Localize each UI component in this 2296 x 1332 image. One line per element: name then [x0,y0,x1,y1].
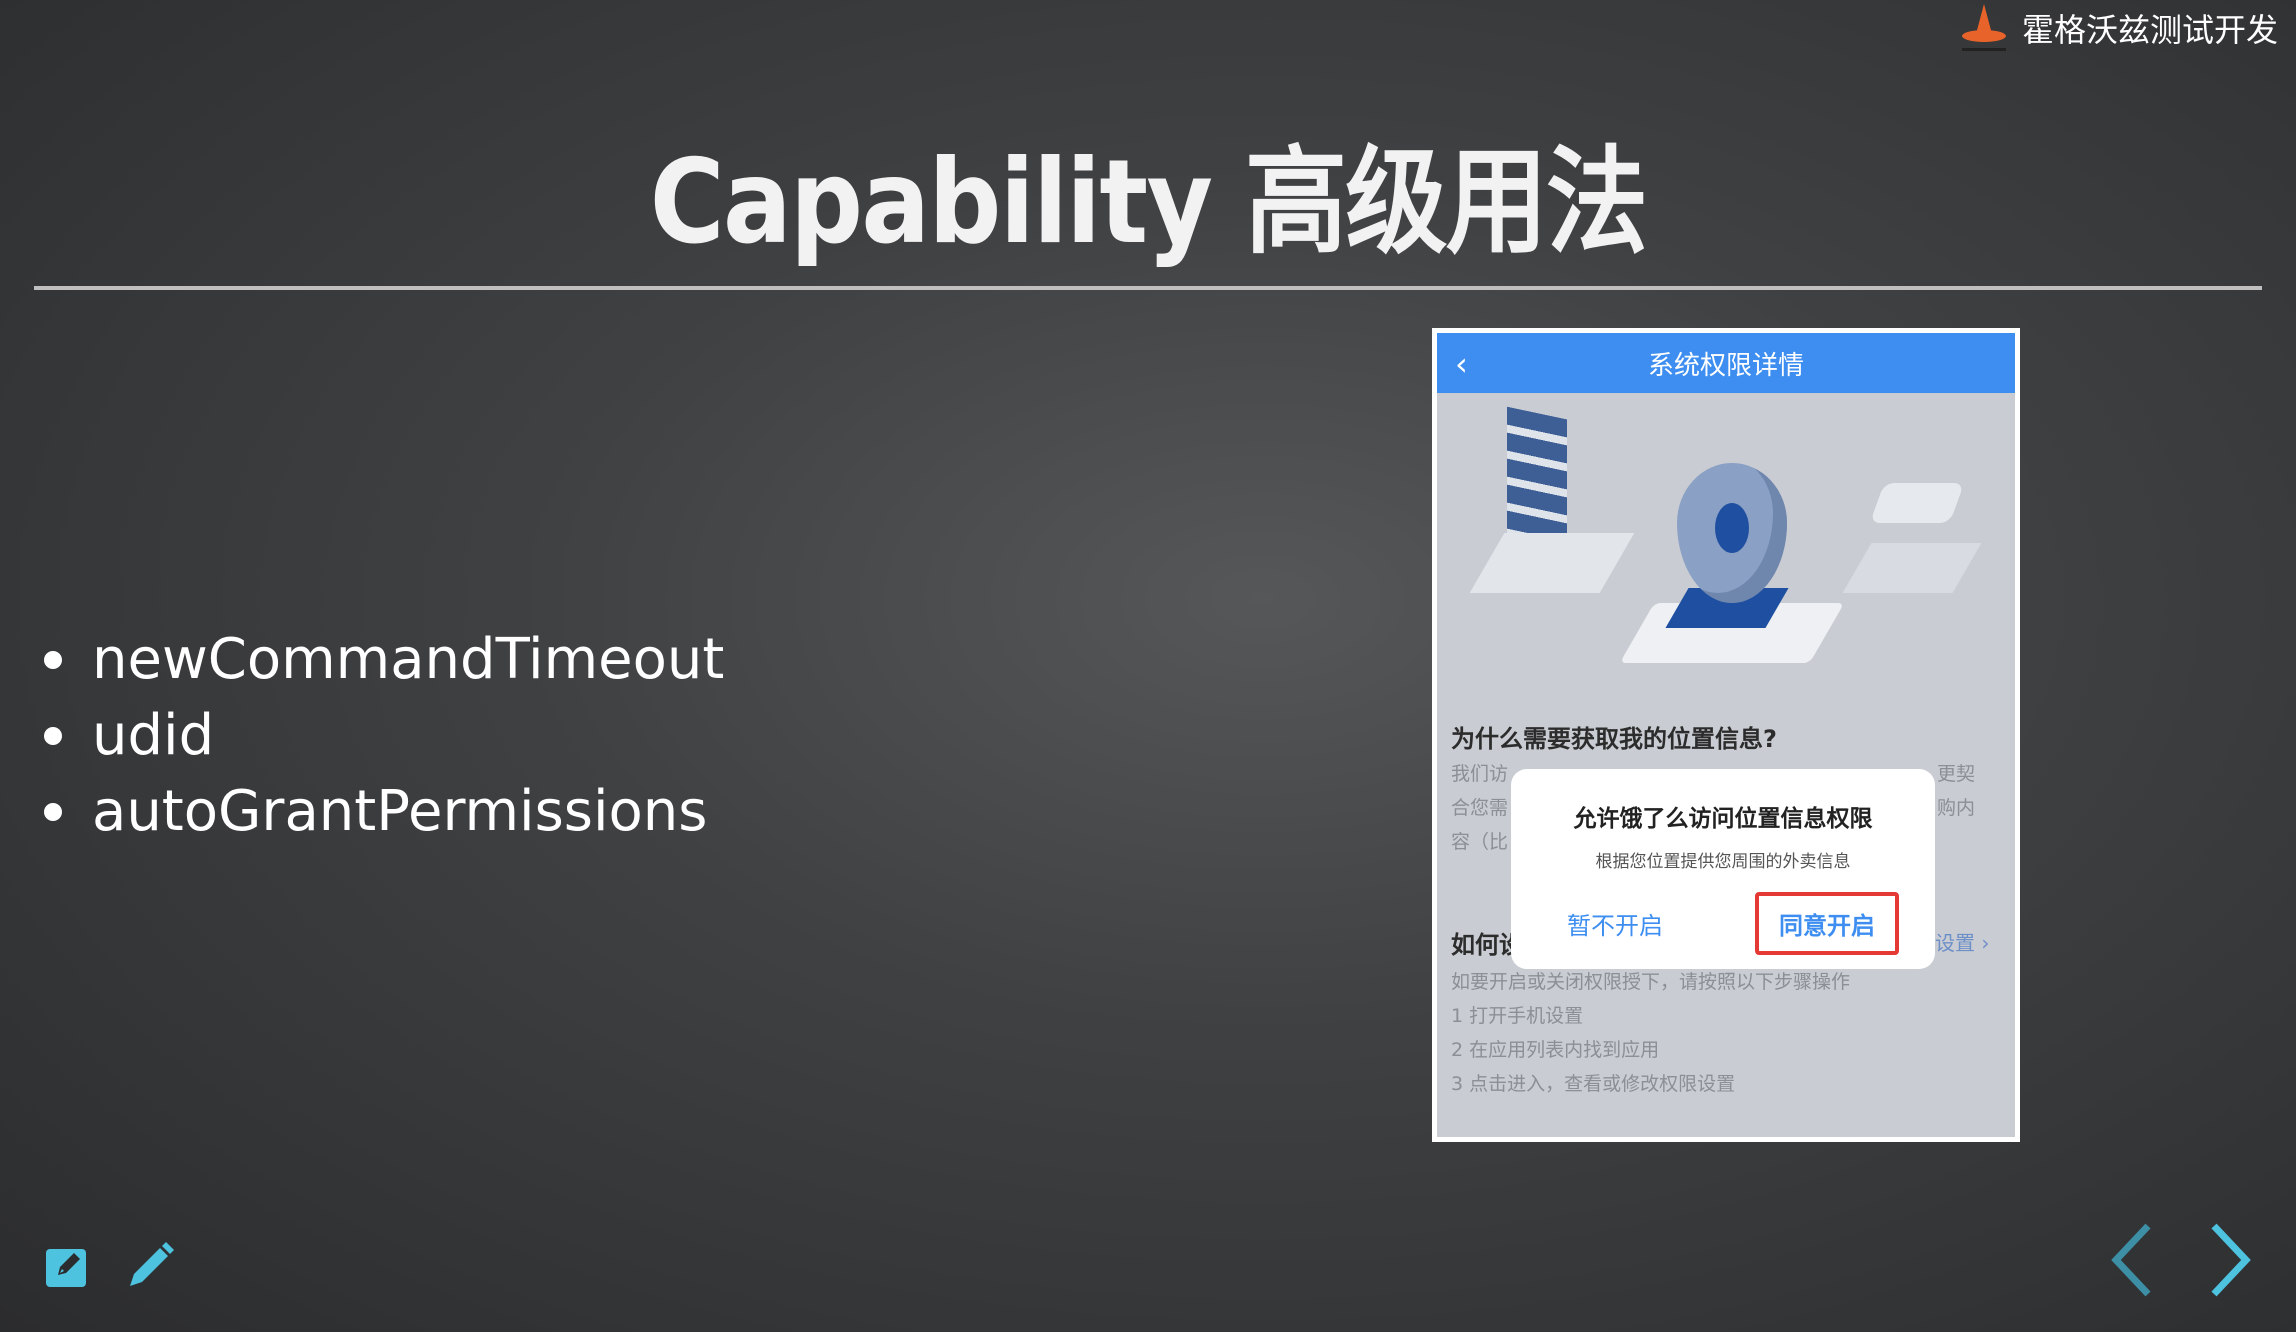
location-illustration [1437,393,2015,683]
bullet-dot-icon [44,803,62,821]
brand-logo-icon [1954,0,2014,56]
back-arrow-icon: ‹ [1455,345,1468,383]
screen-header-title: 系统权限详情 [1647,350,1804,381]
illus-card [1842,543,1982,593]
illus-card [1869,483,1965,523]
deny-button[interactable]: 暂不开启 [1547,896,1683,951]
step-item: 2 在应用列表内找到应用 [1451,1039,1660,1061]
location-pin-icon [1677,463,1787,603]
screen-header: ‹ 系统权限详情 [1437,333,2015,393]
settings-link[interactable]: 设置 › [1935,927,1989,956]
bullet-dot-icon [44,651,62,669]
permission-dialog: 允许饿了么访问位置信息权限 根据您位置提供您周围的外卖信息 暂不开启 同意开启 [1511,769,1935,969]
brand-name: 霍格沃兹测试开发 [2021,11,2278,49]
bullet-item: udid [44,698,724,774]
slide-navigation [2106,1220,2256,1305]
dialog-buttons: 暂不开启 同意开启 [1511,892,1935,955]
section-title: 为什么需要获取我的位置信息? [1451,725,1777,753]
toolbar [44,1240,176,1297]
brand: 霍格沃兹测试开发 [1954,0,2278,56]
steps-list: 如要开启或关闭权限授下，请按照以下步骤操作 1 打开手机设置 2 在应用列表内找… [1451,965,1850,1101]
bullet-dot-icon [44,727,62,745]
dialog-subtitle: 根据您位置提供您周围的外卖信息 [1595,852,1851,872]
section-paragraph-right: 更契 购内 [1937,763,1976,819]
title-divider [34,286,2262,290]
chevron-left-icon[interactable] [2106,1220,2156,1305]
step-item: 如要开启或关闭权限授下，请按照以下步骤操作 [1451,971,1851,993]
pencil-icon[interactable] [124,1240,176,1297]
step-item: 3 点击进入，查看或修改权限设置 [1451,1073,1736,1095]
bullet-item: autoGrantPermissions [44,774,724,850]
illus-server [1507,406,1567,550]
step-item: 1 打开手机设置 [1451,1005,1584,1027]
bullet-item: newCommandTimeout [44,622,724,698]
dialog-title: 允许饿了么访问位置信息权限 [1573,806,1873,832]
phone-screenshot: ‹ 系统权限详情 为什么需要获取我的位置信息? 我们访 合您需 容（比 更契 购… [1432,328,2020,1142]
edit-square-icon[interactable] [44,1243,90,1294]
chevron-right-icon[interactable] [2206,1220,2256,1305]
bullet-list: newCommandTimeout udid autoGrantPermissi… [44,622,724,850]
slide-title: Capability 高级用法 [649,135,1648,270]
illus-stand [1469,533,1635,593]
phone-screen: ‹ 系统权限详情 为什么需要获取我的位置信息? 我们访 合您需 容（比 更契 购… [1437,333,2015,1137]
allow-button[interactable]: 同意开启 [1755,892,1899,955]
